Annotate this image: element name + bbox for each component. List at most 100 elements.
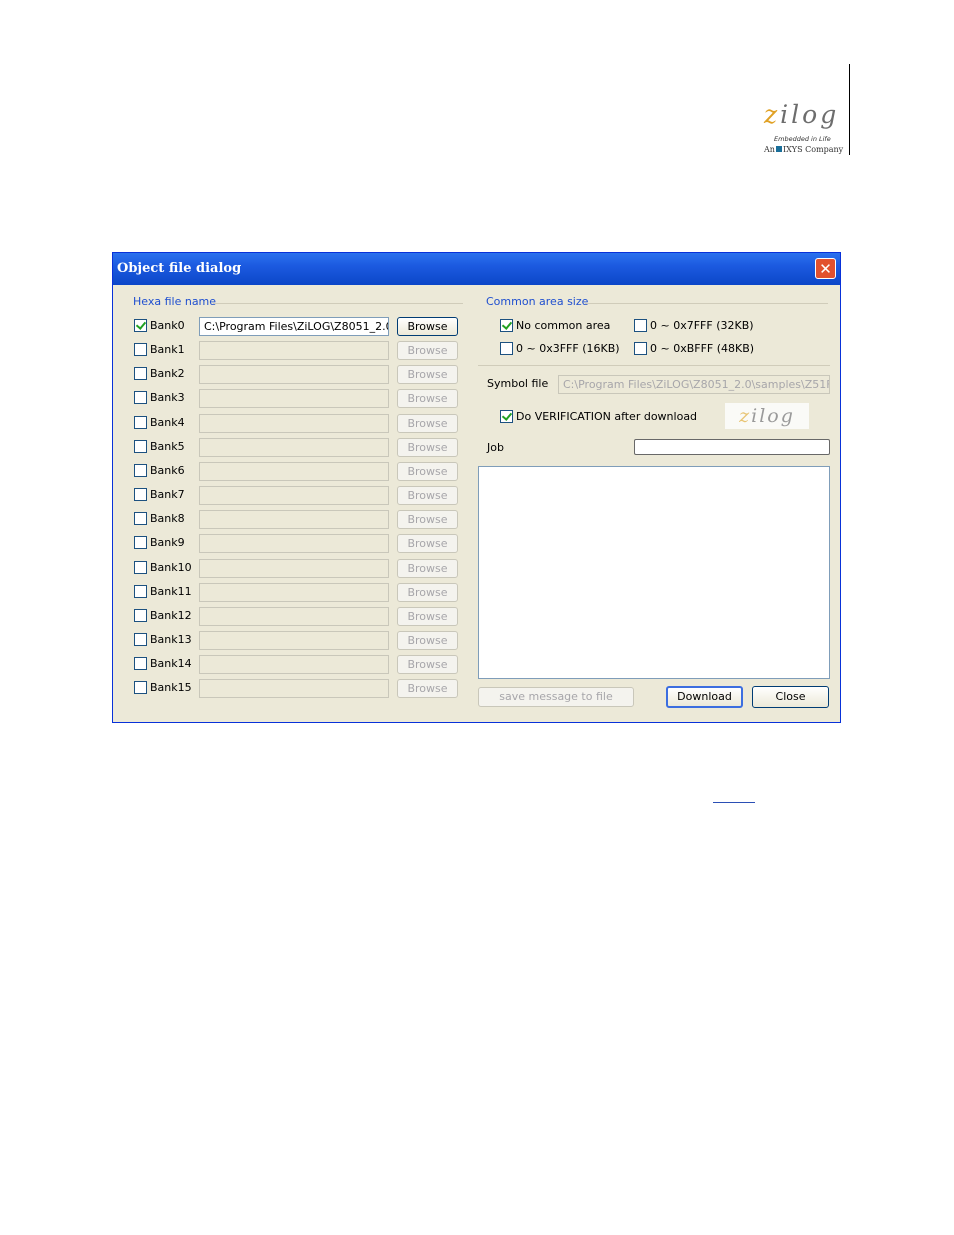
close-icon[interactable]: ✕ [815,258,836,279]
close-button[interactable]: Close [752,686,829,708]
bank-checkbox[interactable] [134,512,147,525]
bank-path-field[interactable] [199,631,389,650]
bank-checkbox[interactable] [134,416,147,429]
bank-browse-button[interactable]: Browse [397,510,458,529]
bank-checkbox[interactable] [134,657,147,670]
bank-path-field[interactable] [199,655,389,674]
bank-path-field[interactable] [199,462,389,481]
dialog-titlebar[interactable]: Object file dialog ✕ [113,253,840,285]
logo-company-suffix: Company [802,145,844,154]
common-option-checkbox[interactable] [500,342,513,355]
bank-label: Bank12 [150,609,192,622]
bank-label: Bank4 [150,416,185,429]
bank-path-field[interactable] [199,414,389,433]
bank-browse-button[interactable]: Browse [397,655,458,674]
common-option-label: 0 ~ 0x3FFF (16KB) [516,342,620,355]
bank-path-field[interactable]: C:\Program Files\ZiLOG\Z8051_2.0\ [199,317,389,336]
inner-logo-rest: ilog [751,405,795,427]
save-message-button[interactable]: save message to file [478,687,634,707]
common-group-line [585,303,828,304]
bank-label: Bank9 [150,536,185,549]
bank-browse-button[interactable]: Browse [397,365,458,384]
bank-checkbox[interactable] [134,585,147,598]
bank-label: Bank7 [150,488,185,501]
bank-checkbox[interactable] [134,561,147,574]
bank-checkbox[interactable] [134,343,147,356]
bank-browse-button[interactable]: Browse [397,317,458,336]
bank-checkbox[interactable] [134,319,147,332]
common-group-label: Common area size [486,295,589,308]
common-option-label: No common area [516,319,611,332]
link-underline[interactable] [713,802,755,803]
message-area[interactable] [478,466,830,679]
job-label: Job [487,441,504,454]
bank-checkbox[interactable] [134,681,147,694]
logo-company-name: IXYS [782,145,803,154]
bank-browse-button[interactable]: Browse [397,414,458,433]
bank-checkbox[interactable] [134,440,147,453]
bank-browse-button[interactable]: Browse [397,438,458,457]
bank-browse-button[interactable]: Browse [397,389,458,408]
bank-label: Bank15 [150,681,192,694]
bank-browse-button[interactable]: Browse [397,583,458,602]
dialog-title: Object file dialog [117,261,242,276]
logo-company: An IXYS Company [764,145,843,154]
bank-label: Bank1 [150,343,185,356]
bank-browse-button[interactable]: Browse [397,679,458,698]
bank-label: Bank2 [150,367,185,380]
symbol-file-label: Symbol file [487,377,549,390]
bank-path-field[interactable] [199,679,389,698]
bank-path-field[interactable] [199,365,389,384]
object-file-dialog: Object file dialog ✕ Hexa file name Bank… [112,252,841,723]
bank-path-field[interactable] [199,438,389,457]
bank-checkbox[interactable] [134,367,147,380]
bank-browse-button[interactable]: Browse [397,607,458,626]
symbol-file-field[interactable]: C:\Program Files\ZiLOG\Z8051_2.0\samples… [558,375,830,394]
bank-checkbox[interactable] [134,488,147,501]
common-option-checkbox[interactable] [634,319,647,332]
inner-zilog-logo: zilog [725,403,809,429]
bank-checkbox[interactable] [134,536,147,549]
logo-company-prefix: An [764,145,775,154]
job-progress-bar [634,439,830,455]
bank-checkbox[interactable] [134,633,147,646]
logo-z: z [764,100,781,129]
logo-rest: ilog [780,100,840,129]
bank-browse-button[interactable]: Browse [397,534,458,553]
bank-path-field[interactable] [199,486,389,505]
bank-label: Bank0 [150,319,185,332]
bank-label: Bank10 [150,561,192,574]
bank-path-field[interactable] [199,583,389,602]
common-group-bottom-line [478,365,830,366]
logo-tagline: Embedded in Life [774,135,831,143]
bank-label: Bank13 [150,633,192,646]
bank-path-field[interactable] [199,534,389,553]
bank-checkbox[interactable] [134,464,147,477]
common-option-label: 0 ~ 0x7FFF (32KB) [650,319,754,332]
bank-checkbox[interactable] [134,391,147,404]
logo-wordmark: zilog [764,102,839,127]
common-option-checkbox[interactable] [634,342,647,355]
bank-label: Bank5 [150,440,185,453]
inner-logo-z: z [739,405,752,427]
bank-path-field[interactable] [199,559,389,578]
zilog-logo: zilog Embedded in Life An IXYS Company [760,102,850,158]
bank-browse-button[interactable]: Browse [397,341,458,360]
bank-browse-button[interactable]: Browse [397,462,458,481]
bank-path-field[interactable] [199,341,389,360]
bank-path-field[interactable] [199,510,389,529]
bank-browse-button[interactable]: Browse [397,559,458,578]
verify-checkbox[interactable] [500,410,513,423]
bank-label: Bank14 [150,657,192,670]
bank-label: Bank3 [150,391,185,404]
bank-path-field[interactable] [199,607,389,626]
bank-label: Bank6 [150,464,185,477]
download-button[interactable]: Download [666,686,743,708]
bank-browse-button[interactable]: Browse [397,631,458,650]
bank-path-field[interactable] [199,389,389,408]
ixys-square-icon [775,146,782,152]
common-option-label: 0 ~ 0xBFFF (48KB) [650,342,755,355]
common-option-checkbox[interactable] [500,319,513,332]
bank-checkbox[interactable] [134,609,147,622]
bank-browse-button[interactable]: Browse [397,486,458,505]
